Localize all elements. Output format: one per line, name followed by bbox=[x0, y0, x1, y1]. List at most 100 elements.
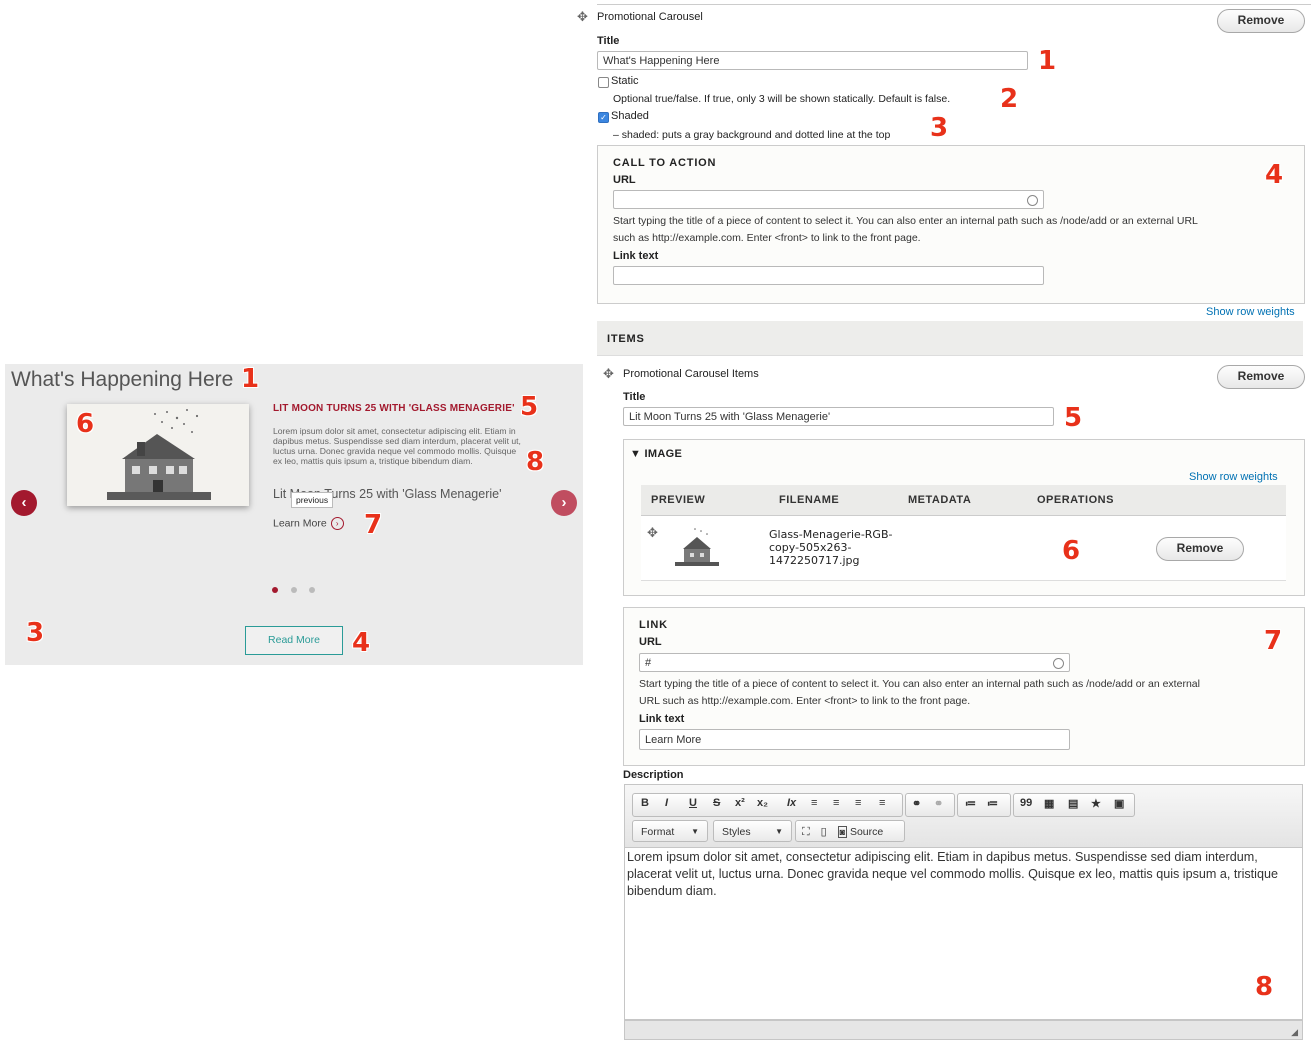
cta-hint-2: such as http://example.com. Enter <front… bbox=[613, 232, 921, 244]
callout-8: 8 bbox=[526, 447, 545, 477]
numbered-list-icon[interactable]: ≔ bbox=[987, 797, 998, 810]
cta-url-label: URL bbox=[613, 174, 636, 186]
link-url-input[interactable]: # bbox=[639, 653, 1070, 672]
table-icon[interactable]: ▦ bbox=[1044, 797, 1054, 810]
filename-line: Glass-Menagerie-RGB- bbox=[769, 528, 893, 541]
styles-dropdown[interactable]: Styles ▼ bbox=[713, 820, 792, 842]
carousel-next-button[interactable]: › bbox=[551, 490, 577, 516]
strikethrough-icon[interactable]: S bbox=[713, 797, 720, 809]
learn-more-link[interactable]: Learn More › bbox=[273, 517, 344, 530]
toolbar-group-insert: 99 ▦ ▤ ★ ▣ bbox=[1013, 793, 1135, 817]
star-icon[interactable]: ★ bbox=[1091, 797, 1101, 810]
drag-handle-icon[interactable]: ✥ bbox=[603, 366, 614, 382]
italic-icon[interactable]: I bbox=[665, 797, 668, 809]
callout-4: 4 bbox=[1265, 160, 1284, 190]
unlink-icon[interactable]: ⚭ bbox=[934, 797, 943, 810]
remove-format-icon[interactable]: Ix bbox=[787, 797, 796, 809]
cta-hint-1: Start typing the title of a piece of con… bbox=[613, 215, 1198, 227]
carousel-prev-button[interactable]: ‹ bbox=[11, 490, 37, 516]
image-filename: Glass-Menagerie-RGB- copy-505x263- 14722… bbox=[769, 528, 892, 567]
align-center-icon[interactable]: ≡ bbox=[833, 797, 839, 809]
static-label: Static bbox=[611, 75, 639, 87]
toolbar-group-basic: B I U S x² x₂ Ix ≡ ≡ ≡ ≡ bbox=[632, 793, 903, 817]
show-row-weights-link[interactable]: Show row weights bbox=[1206, 306, 1295, 318]
underline-icon[interactable]: U bbox=[689, 797, 697, 809]
autocomplete-icon bbox=[1053, 658, 1064, 669]
format-dropdown[interactable]: Format ▼ bbox=[632, 820, 708, 842]
toolbar-group-tools: ⛶ ▯ ◙ Source bbox=[795, 820, 905, 842]
drag-handle-icon[interactable]: ✥ bbox=[577, 9, 588, 25]
callout-5: 5 bbox=[520, 392, 539, 422]
callout-1: 1 bbox=[1038, 46, 1057, 76]
cta-url-input[interactable] bbox=[613, 190, 1044, 209]
remove-carousel-button[interactable]: Remove bbox=[1217, 9, 1305, 33]
filename-line: 1472250717.jpg bbox=[769, 554, 860, 567]
slide-image bbox=[67, 404, 249, 506]
image-icon[interactable]: ▣ bbox=[1114, 797, 1124, 810]
item-section-title: Promotional Carousel Items bbox=[623, 368, 759, 380]
top-divider bbox=[597, 4, 1311, 5]
static-checkbox[interactable] bbox=[598, 77, 609, 88]
column-filename: FILENAME bbox=[779, 494, 840, 506]
resize-handle-icon[interactable]: ◢ bbox=[1291, 1027, 1298, 1038]
link-fieldset: LINK URL # Start typing the title of a p… bbox=[623, 607, 1305, 766]
shaded-hint: – shaded: puts a gray background and dot… bbox=[613, 129, 891, 141]
image-show-row-weights-link[interactable]: Show row weights bbox=[1189, 471, 1278, 483]
align-justify-icon[interactable]: ≡ bbox=[855, 797, 861, 809]
link-icon[interactable]: ⚭ bbox=[912, 797, 921, 810]
callout-1: 1 bbox=[241, 364, 260, 394]
read-more-button[interactable]: Read More bbox=[245, 626, 343, 655]
item-title-input[interactable]: Lit Moon Turns 25 with 'Glass Menagerie' bbox=[623, 407, 1054, 426]
link-url-value: # bbox=[645, 657, 652, 669]
preview-title: What's Happening Here bbox=[11, 368, 234, 391]
carousel-dot[interactable] bbox=[291, 587, 297, 593]
align-left-icon[interactable]: ≡ bbox=[811, 797, 817, 809]
align-right-icon[interactable]: ≡ bbox=[879, 797, 885, 809]
image-thumbnail bbox=[661, 525, 731, 569]
callout-6: 6 bbox=[76, 409, 95, 439]
drag-handle-icon[interactable]: ✥ bbox=[647, 525, 658, 541]
remove-image-button[interactable]: Remove bbox=[1156, 537, 1244, 561]
chevron-left-icon: ‹ bbox=[21, 494, 27, 511]
source-icon: ◙ bbox=[837, 826, 848, 838]
callout-7: 7 bbox=[1264, 626, 1283, 656]
check-icon: ✓ bbox=[600, 113, 607, 122]
toolbar-group-link: ⚭ ⚭ bbox=[905, 793, 955, 817]
bold-icon[interactable]: B bbox=[641, 797, 649, 809]
carousel-dot[interactable] bbox=[272, 587, 278, 593]
table-row: ✥ Glass-Menagerie-RGB- copy-505x263- 147… bbox=[641, 516, 1286, 581]
image-fieldset: ▼ IMAGE Show row weights PREVIEW FILENAM… bbox=[623, 439, 1305, 596]
subscript-icon[interactable]: x₂ bbox=[757, 797, 768, 809]
title-label: Title bbox=[597, 35, 620, 47]
title-input[interactable]: What's Happening Here bbox=[597, 51, 1028, 70]
previous-tooltip: previous bbox=[291, 492, 334, 508]
cta-link-text-input[interactable] bbox=[613, 266, 1044, 285]
cta-legend: CALL TO ACTION bbox=[613, 157, 717, 169]
toolbar-group-lists: ≔ ≔ bbox=[957, 793, 1011, 817]
superscript-icon[interactable]: x² bbox=[735, 797, 745, 809]
carousel-dot[interactable] bbox=[309, 587, 315, 593]
rich-text-editor[interactable]: Lorem ipsum dolor sit amet, consectetur … bbox=[624, 848, 1303, 1020]
call-to-action-fieldset: CALL TO ACTION URL Start typing the titl… bbox=[597, 145, 1305, 304]
show-blocks-icon[interactable]: ▯ bbox=[821, 826, 827, 838]
shaded-checkbox[interactable]: ✓ bbox=[598, 112, 609, 123]
callout-3: 3 bbox=[26, 618, 45, 648]
items-header: ITEMS bbox=[597, 321, 1303, 356]
link-text-input[interactable]: Learn More bbox=[639, 729, 1070, 750]
link-text-label: Link text bbox=[639, 713, 685, 725]
maximize-icon[interactable]: ⛶ bbox=[802, 826, 810, 838]
image-table-header: PREVIEW FILENAME METADATA OPERATIONS bbox=[641, 485, 1286, 516]
blockquote-icon[interactable]: 99 bbox=[1020, 797, 1032, 809]
link-hint-2: URL such as http://example.com. Enter <f… bbox=[639, 695, 971, 707]
remove-item-button[interactable]: Remove bbox=[1217, 365, 1305, 389]
styles-label: Styles bbox=[722, 826, 751, 838]
horizontal-rule-icon[interactable]: ▤ bbox=[1068, 797, 1078, 810]
learn-more-label: Learn More bbox=[273, 517, 327, 530]
bulleted-list-icon[interactable]: ≔ bbox=[965, 797, 976, 810]
column-metadata: METADATA bbox=[908, 494, 972, 506]
image-legend[interactable]: ▼ IMAGE bbox=[630, 448, 682, 460]
callout-7: 7 bbox=[364, 510, 383, 540]
source-button[interactable]: ◙ Source bbox=[837, 826, 883, 838]
caret-down-icon: ▼ bbox=[691, 827, 699, 836]
autocomplete-icon bbox=[1027, 195, 1038, 206]
